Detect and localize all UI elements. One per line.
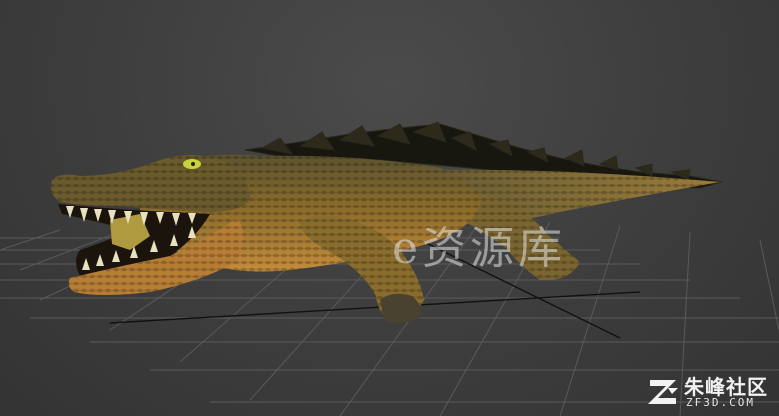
3d-viewport[interactable]: e资源库 朱峰社区 ZF3D.COM <box>0 0 779 416</box>
watermark-text: e资源库 <box>392 223 567 274</box>
viewport-scene[interactable] <box>0 0 779 416</box>
brand-domain: ZF3D.COM <box>686 396 755 409</box>
zf3d-logo-icon <box>648 380 678 404</box>
brand-watermark: 朱峰社区 ZF3D.COM <box>640 370 776 414</box>
crocodile-head <box>51 155 250 212</box>
